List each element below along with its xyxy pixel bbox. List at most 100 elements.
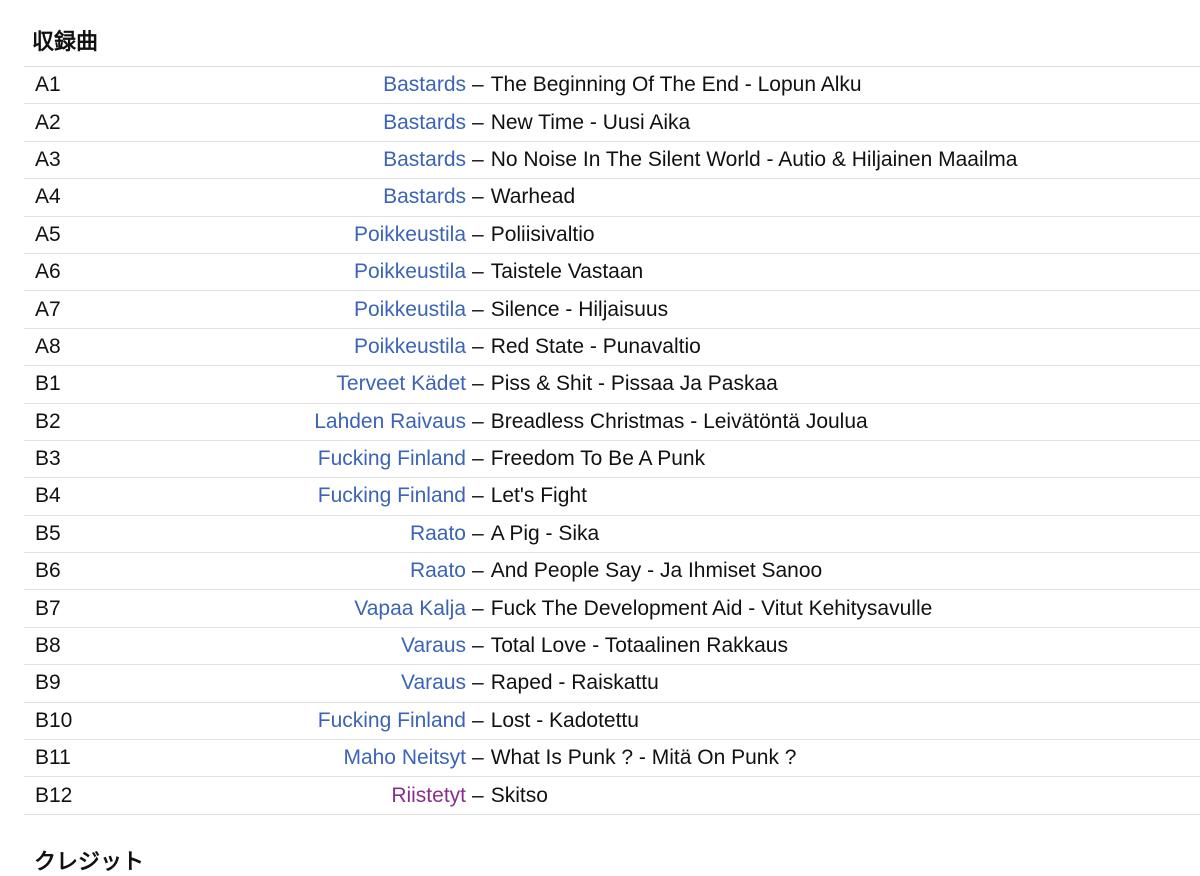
track-title: Let's Fight bbox=[490, 484, 587, 508]
track-row: B6 Raato – And People Say - Ja Ihmiset Sano… bbox=[24, 553, 1200, 591]
track-position: B2 bbox=[35, 409, 61, 433]
track-position: B9 bbox=[35, 671, 61, 695]
track-position: B5 bbox=[35, 521, 61, 545]
artist-link[interactable]: Fucking Finland bbox=[318, 709, 466, 732]
track-title: The Beginning Of The End - Lopun Alku bbox=[490, 73, 862, 97]
track-position: B6 bbox=[35, 559, 61, 583]
track-position: B10 bbox=[35, 708, 73, 732]
track-position: A3 bbox=[35, 147, 61, 171]
artist-link[interactable]: Terveet Kädet bbox=[336, 372, 466, 395]
track-artist-cell: Poikkeustila bbox=[95, 223, 472, 247]
artist-title-separator: – bbox=[472, 634, 484, 658]
tracklist-heading: 収録曲 bbox=[32, 30, 99, 55]
track-row: A1 Bastards – The Beginning Of The End - Lo… bbox=[24, 67, 1200, 105]
track-position: B3 bbox=[35, 447, 61, 471]
tracklist: A1 Bastards – The Beginning Of The End - Lo… bbox=[24, 66, 1200, 815]
artist-link[interactable]: Raato bbox=[410, 522, 466, 545]
artist-link[interactable]: Bastards bbox=[383, 185, 466, 208]
track-row: B2 Lahden Raivaus – Breadless Christmas - L… bbox=[24, 404, 1200, 441]
artist-title-separator: – bbox=[472, 708, 484, 732]
track-artist-cell: Raato bbox=[95, 522, 472, 546]
track-title: And People Say - Ja Ihmiset Sanoo bbox=[490, 559, 823, 583]
track-position: A6 bbox=[35, 260, 61, 284]
artist-title-separator: – bbox=[472, 372, 484, 396]
track-row: A3 Bastards – No Noise In The Silent World … bbox=[24, 142, 1200, 180]
track-artist-cell: Poikkeustila bbox=[95, 335, 472, 359]
track-row: B8 Varaus – Total Love - Totaalinen Rakkaus bbox=[24, 628, 1200, 666]
track-title: Warhead bbox=[490, 185, 576, 209]
track-position: A1 bbox=[35, 73, 61, 97]
track-row: A7 Poikkeustila – Silence - Hiljaisuus bbox=[24, 291, 1200, 329]
track-artist-cell: Bastards bbox=[95, 73, 472, 97]
artist-title-separator: – bbox=[472, 559, 484, 583]
track-title: No Noise In The Silent World - Autio & H… bbox=[490, 147, 1018, 171]
track-title: Skitso bbox=[490, 783, 548, 807]
track-artist-cell: Fucking Finland bbox=[95, 447, 472, 471]
artist-link[interactable]: Fucking Finland bbox=[318, 447, 466, 470]
track-title: New Time - Uusi Aika bbox=[490, 110, 691, 134]
track-title: Fuck The Development Aid - Vitut Kehitys… bbox=[490, 596, 933, 620]
track-row: A8 Poikkeustila – Red State - Punavaltio bbox=[24, 329, 1200, 367]
artist-link[interactable]: Varaus bbox=[401, 634, 466, 657]
track-row: B3 Fucking Finland – Freedom To Be A Punk bbox=[24, 441, 1200, 479]
track-title: What Is Punk ? - Mitä On Punk ? bbox=[490, 746, 797, 770]
track-row: A4 Bastards – Warhead bbox=[24, 179, 1200, 217]
track-artist-cell: Vapaa Kalja bbox=[95, 597, 472, 621]
track-title: Breadless Christmas - Leivätöntä Joulua bbox=[490, 409, 868, 433]
track-title: Poliisivaltio bbox=[490, 222, 595, 246]
artist-link[interactable]: Maho Neitsyt bbox=[343, 746, 466, 769]
artist-title-separator: – bbox=[472, 334, 484, 358]
artist-link[interactable]: Poikkeustila bbox=[354, 223, 466, 246]
artist-title-separator: – bbox=[472, 222, 484, 246]
track-position: A4 bbox=[35, 185, 61, 209]
track-artist-cell: Riistetyt bbox=[95, 784, 472, 808]
artist-title-separator: – bbox=[472, 447, 484, 471]
track-position: A7 bbox=[35, 297, 61, 321]
track-title: Raped - Raiskattu bbox=[490, 671, 659, 695]
track-position: B1 bbox=[35, 372, 61, 396]
track-artist-cell: Varaus bbox=[95, 634, 472, 658]
artist-title-separator: – bbox=[472, 521, 484, 545]
artist-title-separator: – bbox=[472, 260, 484, 284]
track-row: A2 Bastards – New Time - Uusi Aika bbox=[24, 104, 1200, 142]
artist-link[interactable]: Raato bbox=[410, 559, 466, 582]
track-artist-cell: Raato bbox=[95, 559, 472, 583]
track-title: Red State - Punavaltio bbox=[490, 334, 701, 358]
track-artist-cell: Poikkeustila bbox=[95, 298, 472, 322]
artist-title-separator: – bbox=[472, 746, 484, 770]
track-row: B4 Fucking Finland – Let's Fight bbox=[24, 478, 1200, 516]
artist-title-separator: – bbox=[472, 484, 484, 508]
artist-title-separator: – bbox=[472, 783, 484, 807]
track-title: Taistele Vastaan bbox=[490, 260, 644, 284]
track-row: B9 Varaus – Raped - Raiskattu bbox=[24, 665, 1200, 703]
artist-link[interactable]: Fucking Finland bbox=[318, 484, 466, 507]
track-title: A Pig - Sika bbox=[490, 521, 600, 545]
credits-heading: クレジット bbox=[34, 850, 145, 875]
artist-title-separator: – bbox=[472, 185, 484, 209]
track-artist-cell: Fucking Finland bbox=[95, 709, 472, 733]
track-row: B5 Raato – A Pig - Sika bbox=[24, 516, 1200, 554]
track-row: B11 Maho Neitsyt – What Is Punk ? - Mitä On… bbox=[24, 740, 1200, 778]
track-position: B4 bbox=[35, 484, 61, 508]
artist-link[interactable]: Riistetyt bbox=[391, 784, 466, 807]
track-artist-cell: Bastards bbox=[95, 111, 472, 135]
track-title: Freedom To Be A Punk bbox=[490, 447, 706, 471]
track-title: Total Love - Totaalinen Rakkaus bbox=[490, 634, 788, 658]
artist-link[interactable]: Varaus bbox=[401, 671, 466, 694]
track-artist-cell: Maho Neitsyt bbox=[95, 746, 472, 770]
track-artist-cell: Varaus bbox=[95, 671, 472, 695]
artist-link[interactable]: Vapaa Kalja bbox=[354, 597, 466, 620]
track-artist-cell: Bastards bbox=[95, 148, 472, 172]
artist-link[interactable]: Poikkeustila bbox=[354, 260, 466, 283]
track-position: B12 bbox=[35, 783, 73, 807]
artist-link[interactable]: Bastards bbox=[383, 73, 466, 96]
artist-link[interactable]: Poikkeustila bbox=[354, 335, 466, 358]
artist-title-separator: – bbox=[472, 409, 484, 433]
track-title: Silence - Hiljaisuus bbox=[490, 297, 669, 321]
artist-link[interactable]: Poikkeustila bbox=[354, 298, 466, 321]
track-position: A2 bbox=[35, 110, 61, 134]
artist-link[interactable]: Bastards bbox=[383, 148, 466, 171]
track-artist-cell: Fucking Finland bbox=[95, 484, 472, 508]
artist-link[interactable]: Lahden Raivaus bbox=[314, 410, 466, 433]
artist-link[interactable]: Bastards bbox=[383, 111, 466, 134]
